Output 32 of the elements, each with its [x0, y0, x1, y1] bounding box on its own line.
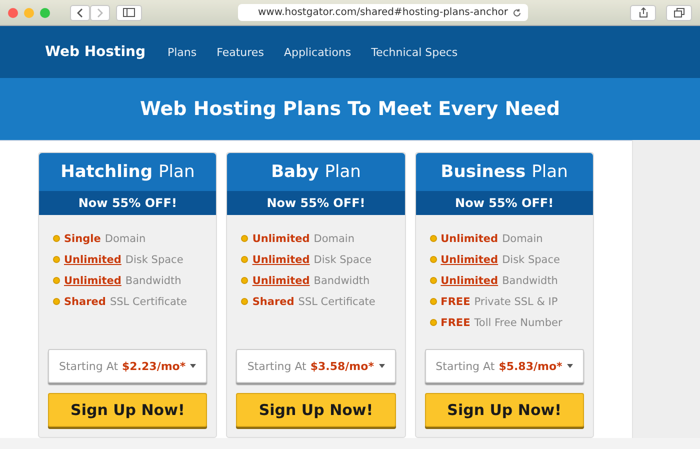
- price-select[interactable]: Starting At $5.83/mo*: [424, 349, 584, 383]
- feature-text: Unlimited Disk Space: [440, 254, 560, 266]
- offer-banner: Now 55% OFF!: [416, 191, 593, 215]
- feature-text: Unlimited Domain: [440, 232, 543, 244]
- plan-title: Baby Plan: [227, 153, 405, 191]
- offer-banner: Now 55% OFF!: [227, 191, 405, 215]
- feature-text: Single Domain: [64, 232, 146, 244]
- sign-up-button[interactable]: Sign Up Now!: [236, 393, 396, 427]
- feature-text: Unlimited Disk Space: [252, 254, 372, 266]
- feature-text: Shared SSL Certificate: [64, 296, 188, 308]
- feature-text: Shared SSL Certificate: [252, 296, 376, 308]
- sign-up-button[interactable]: Sign Up Now!: [424, 393, 584, 427]
- feature-text: Unlimited Domain: [252, 232, 354, 244]
- feature-text: FREE Private SSL & IP: [440, 296, 558, 308]
- nav-link[interactable]: Plans: [167, 46, 197, 58]
- nav-link[interactable]: Features: [216, 46, 264, 58]
- feature-text: Unlimited Disk Space: [64, 254, 184, 266]
- sign-up-button[interactable]: Sign Up Now!: [48, 393, 208, 427]
- feature-text: FREE Toll Free Number: [440, 316, 562, 328]
- price-select[interactable]: Starting At $3.58/mo*: [236, 349, 396, 383]
- hero-title: Web Hosting Plans To Meet Every Need: [140, 98, 560, 120]
- nav-link[interactable]: Technical Specs: [371, 46, 458, 58]
- brand-title[interactable]: Web Hosting: [45, 44, 146, 60]
- address-field[interactable]: www.hostgator.com/shared#hosting-plans-anchor: [238, 4, 528, 21]
- feature-text: Unlimited Bandwidth: [252, 274, 370, 286]
- feature-text: Unlimited Bandwidth: [440, 274, 558, 286]
- feature-text: Unlimited Bandwidth: [64, 274, 182, 286]
- price-select[interactable]: Starting At $2.23/mo*: [48, 349, 208, 383]
- plan-title: Hatchling Plan: [39, 153, 216, 191]
- offer-banner: Now 55% OFF!: [39, 191, 216, 215]
- plan-title: Business Plan: [416, 153, 593, 191]
- nav-link[interactable]: Applications: [284, 46, 352, 58]
